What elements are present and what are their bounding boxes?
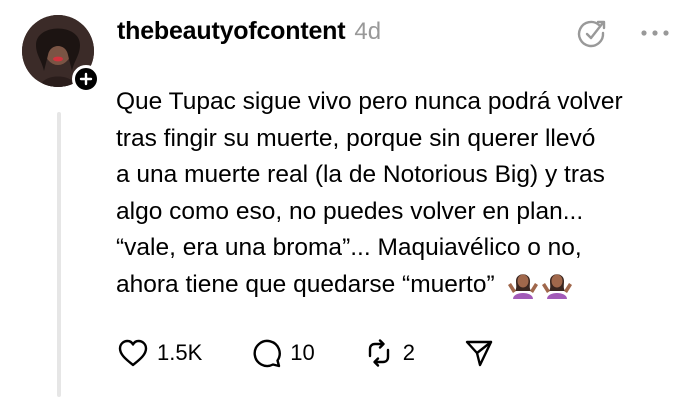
post-card: thebeautyofcontent 4d Que Tupac sigue vi…: [0, 0, 700, 397]
follow-button[interactable]: [72, 65, 100, 93]
like-button[interactable]: 1.5K: [117, 338, 202, 368]
reply-button[interactable]: 10: [250, 337, 315, 369]
post-text-line: Que Tupac sigue vivo pero nunca podrá vo…: [116, 88, 623, 115]
post-time: 4d: [354, 18, 382, 45]
plus-icon: [79, 72, 93, 86]
repost-icon: [368, 339, 389, 367]
like-count: 1.5K: [157, 340, 203, 365]
post-header: thebeautyofcontent 4d: [117, 17, 381, 53]
person-shrugging-emoji-icon: [507, 273, 538, 299]
post-body: Que Tupac sigue vivo pero nunca podrá vo…: [116, 84, 696, 303]
post-top-actions: [574, 16, 672, 50]
more-options-button[interactable]: [638, 16, 672, 50]
repost-button[interactable]: 2: [363, 337, 415, 369]
post-text-line: algo como eso, no puedes volver en plan.…: [116, 197, 584, 225]
thread-line: [57, 112, 61, 397]
more-icon: [641, 30, 669, 36]
share-button[interactable]: [463, 337, 495, 369]
send-icon: [465, 340, 493, 367]
post-text-line: tras fingir su muerte, porque sin querer…: [116, 124, 596, 152]
post-text-line: “vale, era una broma”... Maquiavélico o …: [116, 234, 582, 261]
emoji-group: [507, 269, 575, 299]
post-actions: 1.5K 10 2: [117, 335, 495, 371]
heart-icon: [118, 339, 148, 367]
comment-icon: [253, 339, 282, 368]
post-text-line-last: ahora tiene que quedarse “muerto”: [116, 267, 696, 304]
repost-count: 2: [402, 340, 415, 365]
username-link[interactable]: thebeautyofcontent: [117, 17, 346, 46]
post-text-line: ahora tiene que quedarse “muerto”: [116, 270, 495, 298]
person-shrugging-emoji-icon: [541, 273, 572, 299]
post-text-line: a una muerte real (la de Notorious Big) …: [116, 161, 605, 188]
avatar-container[interactable]: [22, 15, 100, 93]
translate-button[interactable]: [574, 16, 608, 50]
translate-icon: [577, 20, 606, 48]
reply-count: 10: [290, 340, 315, 365]
